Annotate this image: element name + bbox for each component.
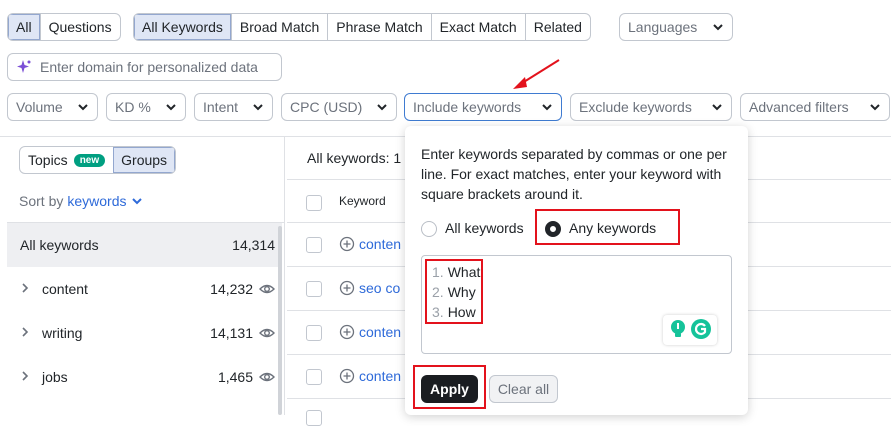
grammarly-widget[interactable] (663, 315, 717, 345)
add-circle-icon[interactable] (339, 324, 355, 340)
include-keywords-label: Include keywords (413, 99, 522, 115)
group-row[interactable]: content 14,232 (20, 279, 275, 299)
row-checkbox[interactable] (306, 325, 322, 341)
group-count: 14,232 (210, 281, 253, 297)
include-keywords-filter[interactable]: Include keywords (404, 93, 562, 121)
eye-icon[interactable] (259, 325, 275, 341)
keywords-summary: All keywords: 1 (307, 150, 402, 166)
languages-label: Languages (628, 19, 698, 35)
add-circle-icon[interactable] (339, 368, 355, 384)
match-type-segment: All Keywords Broad Match Phrase Match Ex… (133, 13, 591, 41)
row-checkbox[interactable] (306, 237, 322, 253)
chevron-down-icon (252, 101, 264, 113)
languages-dropdown[interactable]: Languages (619, 13, 733, 41)
chevron-down-icon (131, 195, 143, 207)
chevron-down-icon (712, 21, 724, 33)
sort-field[interactable]: keywords (67, 193, 126, 209)
chevron-down-icon (376, 101, 388, 113)
tab-phrase-match[interactable]: Phrase Match (328, 14, 432, 40)
keyword-link[interactable]: seo co (339, 280, 400, 296)
radio-all-keywords-label[interactable]: All keywords (445, 220, 524, 236)
row-checkbox[interactable] (306, 410, 322, 426)
scope-segment: All Questions (7, 13, 121, 41)
eye-icon[interactable] (259, 281, 275, 297)
topics-label: Topics (28, 152, 68, 168)
intent-label: Intent (203, 99, 239, 115)
cpc-filter[interactable]: CPC (USD) (281, 93, 397, 121)
chevron-right-icon (20, 281, 36, 297)
keyword-text: conten (359, 368, 402, 384)
lightbulb-icon[interactable] (669, 319, 687, 342)
sort-control[interactable]: Sort by keywords (19, 193, 143, 209)
group-name: jobs (42, 369, 68, 385)
group-count: 14,131 (210, 325, 253, 341)
keyword-column-header[interactable]: Keyword (339, 194, 386, 208)
highlight-box (413, 365, 486, 409)
group-name: All keywords (20, 237, 99, 253)
keyword-text: conten (359, 236, 402, 252)
keyword-text: conten (359, 324, 402, 340)
group-name: content (42, 281, 88, 297)
new-badge: new (73, 153, 106, 167)
grammarly-icon[interactable] (690, 318, 712, 343)
tab-all[interactable]: All (8, 14, 41, 40)
exclude-keywords-filter[interactable]: Exclude keywords (570, 93, 732, 121)
row-checkbox[interactable] (306, 369, 322, 385)
tab-topics[interactable]: Topics new (20, 147, 113, 173)
row-checkbox[interactable] (306, 281, 322, 297)
keyword-link[interactable]: conten (339, 368, 401, 384)
clear-all-button[interactable]: Clear all (489, 375, 558, 403)
sparkle-icon (16, 59, 32, 75)
tab-exact-match[interactable]: Exact Match (432, 14, 526, 40)
group-row[interactable]: jobs 1,465 (20, 367, 275, 387)
volume-label: Volume (16, 99, 63, 115)
keyword-link[interactable]: conten (339, 324, 401, 340)
include-keywords-popup: Enter keywords separated by commas or on… (405, 126, 748, 415)
chevron-down-icon (77, 101, 89, 113)
add-circle-icon[interactable] (339, 280, 355, 296)
chevron-down-icon (711, 101, 723, 113)
group-row[interactable]: writing 14,131 (20, 323, 275, 343)
intent-filter[interactable]: Intent (194, 93, 273, 121)
advanced-filters[interactable]: Advanced filters (740, 93, 890, 121)
tab-groups[interactable]: Groups (113, 147, 176, 173)
chevron-right-icon (20, 325, 36, 341)
topics-groups-segment: Topics new Groups (19, 146, 177, 174)
group-count: 1,465 (217, 369, 253, 385)
popup-description: Enter keywords separated by commas or on… (421, 146, 727, 202)
tab-broad-match[interactable]: Broad Match (232, 14, 329, 40)
radio-all-keywords[interactable] (421, 221, 437, 237)
group-count: 14,314 (232, 237, 275, 253)
domain-placeholder: Enter domain for personalized data (40, 59, 258, 75)
scrollbar[interactable] (278, 226, 282, 415)
highlight-box (535, 209, 680, 245)
tab-questions[interactable]: Questions (41, 14, 120, 40)
chevron-down-icon (869, 101, 881, 113)
chevron-down-icon (165, 101, 177, 113)
select-all-checkbox[interactable] (306, 195, 322, 211)
add-circle-icon[interactable] (339, 236, 355, 252)
group-name: writing (42, 325, 83, 341)
kd-label: KD % (115, 99, 151, 115)
highlight-box (425, 259, 483, 324)
annotation-arrow-icon (513, 59, 560, 89)
keyword-link[interactable]: conten (339, 236, 401, 252)
tab-related[interactable]: Related (526, 14, 590, 40)
keyword-text: seo co (359, 280, 401, 296)
advanced-filters-label: Advanced filters (749, 99, 849, 115)
eye-icon[interactable] (259, 369, 275, 385)
tab-all-keywords[interactable]: All Keywords (134, 14, 232, 40)
sort-prefix: Sort by (19, 193, 64, 209)
kd-filter[interactable]: KD % (106, 93, 186, 121)
domain-input[interactable]: Enter domain for personalized data (7, 53, 282, 81)
volume-filter[interactable]: Volume (7, 93, 98, 121)
chevron-down-icon (541, 101, 553, 113)
exclude-keywords-label: Exclude keywords (579, 99, 692, 115)
group-row[interactable]: All keywords 14,314 (20, 235, 275, 255)
cpc-label: CPC (USD) (290, 99, 363, 115)
chevron-right-icon (20, 369, 36, 385)
